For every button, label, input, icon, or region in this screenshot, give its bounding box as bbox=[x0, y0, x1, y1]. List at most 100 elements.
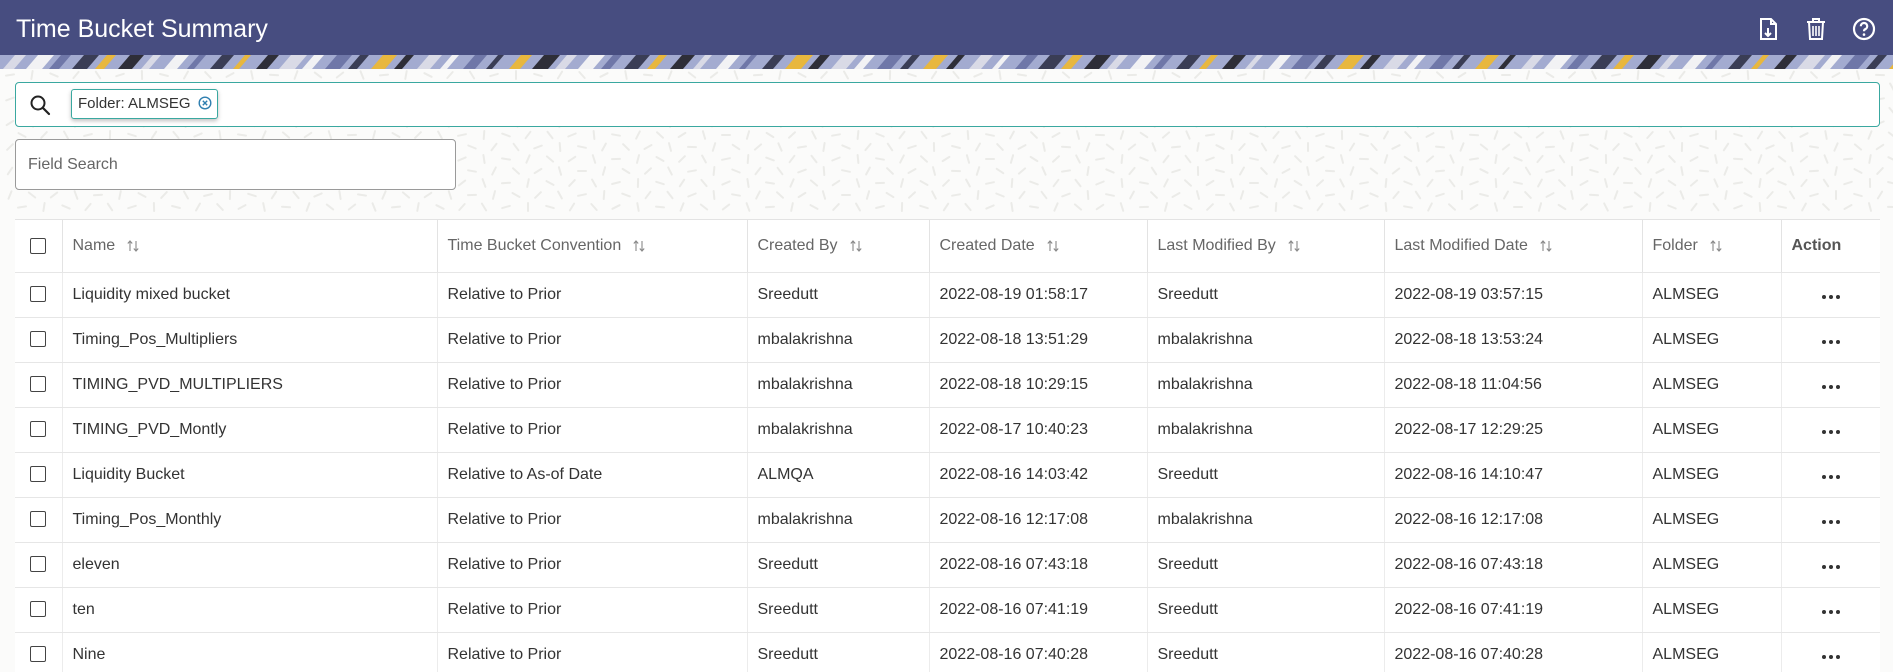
row-checkbox[interactable] bbox=[30, 331, 47, 348]
modified-by-cell: Sreedutt bbox=[1147, 452, 1385, 498]
table-row[interactable]: TIMING_PVD_MULTIPLIERS Relative to Prior m… bbox=[15, 362, 1880, 408]
created-date-cell: 2022-08-16 07:40:28 bbox=[929, 632, 1148, 672]
page-title: Time Bucket Summary bbox=[16, 15, 268, 43]
remove-filter-icon[interactable] bbox=[198, 96, 212, 110]
sort-icon[interactable] bbox=[1288, 239, 1300, 253]
more-actions-icon[interactable] bbox=[1820, 609, 1841, 614]
table-row[interactable]: Timing_Pos_Monthly Relative to Prior mbala… bbox=[15, 497, 1880, 543]
delete-icon[interactable] bbox=[1803, 16, 1829, 42]
more-actions-icon[interactable] bbox=[1820, 339, 1841, 344]
created-date-cell: 2022-08-16 07:43:18 bbox=[929, 542, 1148, 588]
search-icon[interactable] bbox=[28, 93, 52, 117]
created-date-cell: 2022-08-18 10:29:15 bbox=[929, 362, 1148, 408]
more-actions-icon[interactable] bbox=[1820, 519, 1841, 524]
more-actions-icon[interactable] bbox=[1820, 384, 1841, 389]
modified-by-cell: Sreedutt bbox=[1147, 542, 1385, 588]
name-cell[interactable]: TIMING_PVD_Montly bbox=[62, 407, 438, 453]
table-row[interactable]: Nine Relative to Prior Sreedutt 2022-08-16 … bbox=[15, 632, 1880, 672]
sort-icon[interactable] bbox=[849, 239, 862, 253]
sort-icon[interactable] bbox=[127, 239, 139, 253]
modified-by-cell: mbalakrishna bbox=[1147, 497, 1385, 543]
table-row[interactable]: ten Relative to Prior Sreedutt 2022-08-16 0… bbox=[15, 587, 1880, 633]
folder-cell: ALMSEG bbox=[1642, 362, 1782, 408]
row-select-cell bbox=[15, 407, 63, 453]
select-all-checkbox[interactable] bbox=[30, 237, 47, 254]
name-cell[interactable]: Nine bbox=[62, 632, 438, 672]
name-cell[interactable]: ten bbox=[62, 587, 438, 633]
table-row[interactable]: Liquidity Bucket Relative to As-of Date AL… bbox=[15, 452, 1880, 498]
action-cell bbox=[1781, 587, 1880, 633]
row-checkbox[interactable] bbox=[30, 466, 47, 483]
created-by-cell: ALMQA bbox=[747, 452, 930, 498]
created-date-cell: 2022-08-16 12:17:08 bbox=[929, 497, 1148, 543]
row-checkbox[interactable] bbox=[30, 556, 47, 573]
convention-cell: Relative to Prior bbox=[437, 317, 748, 363]
modified-date-cell: 2022-08-16 07:41:19 bbox=[1384, 587, 1643, 633]
sort-icon[interactable] bbox=[1540, 239, 1552, 253]
modified-by-cell: mbalakrishna bbox=[1147, 362, 1385, 408]
column-header-name[interactable]: Name bbox=[62, 220, 438, 273]
name-cell[interactable]: eleven bbox=[62, 542, 438, 588]
add-document-icon[interactable] bbox=[1755, 16, 1781, 42]
name-cell[interactable]: Liquidity Bucket bbox=[62, 452, 438, 498]
row-select-cell bbox=[15, 632, 63, 672]
more-actions-icon[interactable] bbox=[1820, 654, 1841, 659]
column-header-created-date[interactable]: Created Date bbox=[929, 220, 1148, 273]
folder-cell: ALMSEG bbox=[1642, 272, 1782, 318]
row-select-cell bbox=[15, 452, 63, 498]
more-actions-icon[interactable] bbox=[1820, 294, 1841, 299]
row-checkbox[interactable] bbox=[30, 421, 47, 438]
search-bar[interactable]: Folder: ALMSEG bbox=[15, 82, 1880, 127]
column-header-created-by[interactable]: Created By bbox=[747, 220, 930, 273]
convention-cell: Relative to Prior bbox=[437, 632, 748, 672]
folder-cell: ALMSEG bbox=[1642, 587, 1782, 633]
row-checkbox[interactable] bbox=[30, 376, 47, 393]
row-checkbox[interactable] bbox=[30, 646, 47, 663]
table-row[interactable]: Timing_Pos_Multipliers Relative to Prior m… bbox=[15, 317, 1880, 363]
row-select-cell bbox=[15, 272, 63, 318]
decorative-banner bbox=[0, 55, 1893, 69]
row-select-cell bbox=[15, 542, 63, 588]
name-cell[interactable]: TIMING_PVD_MULTIPLIERS bbox=[62, 362, 438, 408]
modified-by-cell: Sreedutt bbox=[1147, 632, 1385, 672]
table-row[interactable]: TIMING_PVD_Montly Relative to Prior mbalak… bbox=[15, 407, 1880, 453]
row-select-cell bbox=[15, 317, 63, 363]
modified-date-cell: 2022-08-17 12:29:25 bbox=[1384, 407, 1643, 453]
action-cell bbox=[1781, 632, 1880, 672]
folder-cell: ALMSEG bbox=[1642, 317, 1782, 363]
more-actions-icon[interactable] bbox=[1820, 474, 1841, 479]
sort-icon[interactable] bbox=[1710, 239, 1722, 253]
column-header-convention[interactable]: Time Bucket Convention bbox=[437, 220, 748, 273]
action-cell bbox=[1781, 497, 1880, 543]
name-cell[interactable]: Timing_Pos_Monthly bbox=[62, 497, 438, 543]
created-date-cell: 2022-08-16 07:41:19 bbox=[929, 587, 1148, 633]
row-checkbox[interactable] bbox=[30, 601, 47, 618]
more-actions-icon[interactable] bbox=[1820, 564, 1841, 569]
convention-cell: Relative to Prior bbox=[437, 407, 748, 453]
name-cell[interactable]: Timing_Pos_Multipliers bbox=[62, 317, 438, 363]
created-date-cell: 2022-08-16 14:03:42 bbox=[929, 452, 1148, 498]
sort-icon[interactable] bbox=[1047, 239, 1059, 253]
filter-chip[interactable]: Folder: ALMSEG bbox=[71, 89, 218, 119]
column-header-folder[interactable]: Folder bbox=[1642, 220, 1782, 273]
modified-by-cell: mbalakrishna bbox=[1147, 407, 1385, 453]
more-actions-icon[interactable] bbox=[1820, 429, 1841, 434]
column-header-modified-date[interactable]: Last Modified Date bbox=[1384, 220, 1643, 273]
sort-icon[interactable] bbox=[633, 239, 645, 253]
modified-by-cell: Sreedutt bbox=[1147, 272, 1385, 318]
row-checkbox[interactable] bbox=[30, 511, 47, 528]
column-header-modified-by[interactable]: Last Modified By bbox=[1147, 220, 1385, 273]
created-date-cell: 2022-08-19 01:58:17 bbox=[929, 272, 1148, 318]
row-checkbox[interactable] bbox=[30, 286, 47, 303]
select-all-cell bbox=[15, 220, 63, 273]
created-by-cell: Sreedutt bbox=[747, 542, 930, 588]
name-cell[interactable]: Liquidity mixed bucket bbox=[62, 272, 438, 318]
created-by-cell: Sreedutt bbox=[747, 632, 930, 672]
convention-cell: Relative to Prior bbox=[437, 542, 748, 588]
created-by-cell: Sreedutt bbox=[747, 587, 930, 633]
filter-chip-label: Folder: ALMSEG bbox=[78, 95, 191, 112]
help-icon[interactable] bbox=[1851, 16, 1877, 42]
field-search-input[interactable] bbox=[15, 139, 456, 190]
table-row[interactable]: Liquidity mixed bucket Relative to Prior S… bbox=[15, 272, 1880, 318]
table-row[interactable]: eleven Relative to Prior Sreedutt 2022-08-1… bbox=[15, 542, 1880, 588]
